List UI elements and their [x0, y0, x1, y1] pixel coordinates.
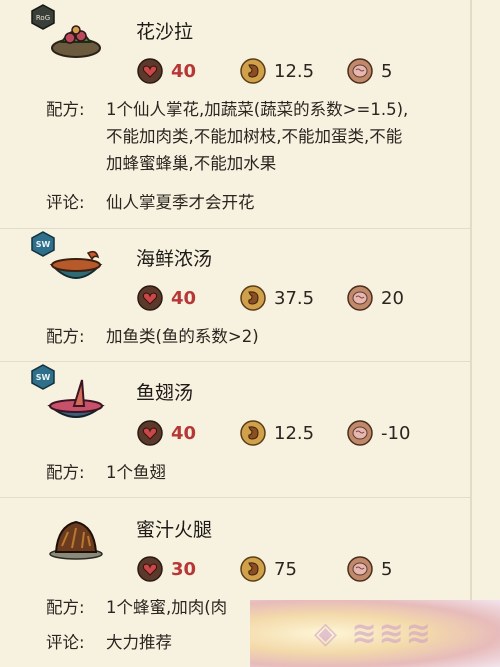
- health-value: 40: [171, 60, 197, 82]
- page-right-border: [470, 0, 472, 667]
- recipe-line: 加蜂蜜蜂巢,不能加水果: [106, 154, 277, 173]
- dish-name: 蜜汁火腿: [136, 519, 213, 541]
- health-value: 30: [171, 558, 197, 580]
- sanity-brain-icon: [347, 285, 373, 311]
- hunger-value: 12.5: [274, 60, 315, 82]
- health-heart-icon: [137, 285, 163, 311]
- sanity-stat: -10: [347, 420, 410, 446]
- recipe-label: 配方:: [46, 327, 85, 346]
- flower-salad-icon: [51, 25, 101, 58]
- seafood-gumbo-icon: [49, 250, 103, 279]
- sanity-stat: 5: [347, 58, 392, 84]
- dish-name: 花沙拉: [136, 21, 194, 43]
- sanity-value: 5: [381, 558, 393, 580]
- sanity-stat: 5: [347, 556, 392, 582]
- sanity-value: -10: [381, 422, 411, 444]
- health-stat: 40: [137, 58, 196, 84]
- sanity-brain-icon: [347, 420, 373, 446]
- recipe-entry-shark-fin-soup: SW 鱼翅汤 40 12.5 -10 配方: 1个鱼翅: [0, 362, 470, 497]
- sanity-brain-icon: [347, 58, 373, 84]
- hunger-value: 37.5: [274, 287, 315, 309]
- hunger-value: 75: [274, 558, 297, 580]
- hunger-stomach-icon: [240, 58, 266, 84]
- health-stat: 40: [137, 420, 196, 446]
- dish-name: 鱼翅汤: [136, 382, 194, 404]
- hunger-stat: 37.5: [240, 285, 314, 311]
- comment-label: 评论:: [46, 633, 85, 652]
- recipe-row: 配方: 1个仙人掌花,加蔬菜(蔬菜的系数>=1.5), 不能加肉类,不能加树枝,…: [46, 96, 466, 177]
- sanity-value: 5: [381, 60, 393, 82]
- comment-text: 仙人掌夏季才会开花: [106, 193, 255, 212]
- recipe-row: 配方: 1个鱼翅: [46, 459, 466, 486]
- recipe-text: 1个鱼翅: [106, 463, 166, 482]
- shark-fin-soup-icon: [47, 379, 105, 418]
- comment-row: 评论: 仙人掌夏季才会开花: [46, 189, 466, 216]
- health-stat: 30: [137, 556, 196, 582]
- dish-name: 海鲜浓汤: [136, 248, 213, 270]
- hunger-stat: 75: [240, 556, 297, 582]
- watermark-text: ◈ ≋≋≋: [314, 616, 433, 651]
- recipe-line: 1个仙人掌花,加蔬菜(蔬菜的系数>=1.5),: [106, 100, 409, 119]
- hunger-stat: 12.5: [240, 420, 314, 446]
- recipe-row: 配方: 加鱼类(鱼的系数>2): [46, 323, 466, 350]
- recipe-entry-seafood-gumbo: SW 海鲜浓汤 40 37.5 20 配方: 加鱼类(鱼的系数>2): [0, 229, 470, 361]
- recipe-text: 加鱼类(鱼的系数>2): [106, 327, 259, 346]
- health-stat: 40: [137, 285, 196, 311]
- health-heart-icon: [137, 556, 163, 582]
- recipe-entry-flower-salad: RoG 花沙拉 40 12.5 5 配方: 1个仙人掌花,加蔬菜(蔬菜的系数>=…: [0, 0, 470, 228]
- honey-ham-icon: [49, 520, 103, 560]
- hunger-stat: 12.5: [240, 58, 314, 84]
- hunger-stomach-icon: [240, 285, 266, 311]
- recipe-label: 配方:: [46, 463, 85, 482]
- watermark-logo: ◈ ≋≋≋: [250, 600, 500, 667]
- health-heart-icon: [137, 58, 163, 84]
- sanity-value: 20: [381, 287, 404, 309]
- sanity-brain-icon: [347, 556, 373, 582]
- health-value: 40: [171, 422, 197, 444]
- recipe-text: 1个仙人掌花,加蔬菜(蔬菜的系数>=1.5), 不能加肉类,不能加树枝,不能加蛋…: [106, 96, 466, 177]
- hunger-stomach-icon: [240, 420, 266, 446]
- health-heart-icon: [137, 420, 163, 446]
- recipe-line: 不能加肉类,不能加树枝,不能加蛋类,不能: [106, 127, 403, 146]
- health-value: 40: [171, 287, 197, 309]
- hunger-value: 12.5: [274, 422, 315, 444]
- comment-label: 评论:: [46, 193, 85, 212]
- sanity-stat: 20: [347, 285, 404, 311]
- recipe-label: 配方:: [46, 598, 85, 617]
- recipe-label: 配方:: [46, 100, 85, 119]
- hunger-stomach-icon: [240, 556, 266, 582]
